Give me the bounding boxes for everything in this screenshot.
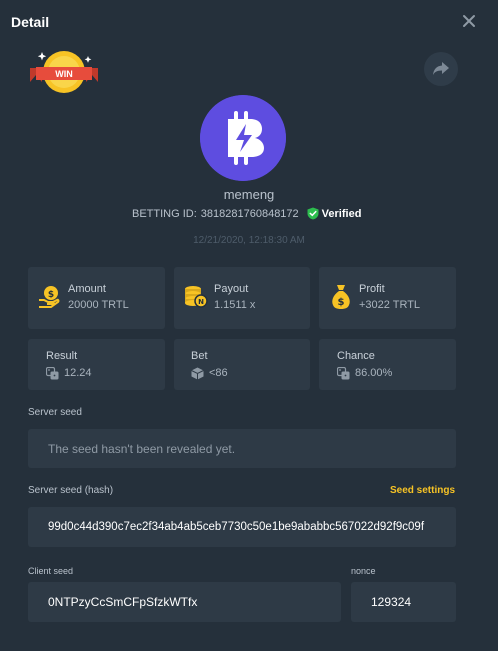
server-seed-hash-label: Server seed (hash): [28, 485, 114, 496]
win-label: WIN: [55, 69, 73, 79]
client-seed-value: 0NTPzyCcSmCFpSfzkWTfx: [48, 595, 198, 609]
verified-label: Verified: [321, 207, 362, 220]
username: memeng: [223, 187, 275, 202]
coin-hand-icon: $: [38, 285, 60, 314]
shield-check-icon: [307, 207, 319, 220]
amount-value: 20000 TRTL: [68, 299, 129, 311]
server-seed-hash-value: 99d0c44d390c7ec2f34ab4ab5ceb7730c50e1be9…: [48, 521, 425, 533]
bitcoin-logo-icon: [200, 95, 286, 181]
result-value: 12.24: [64, 367, 92, 379]
amount-label: Amount: [68, 283, 106, 295]
bet-label: Bet: [191, 350, 208, 362]
bet-value: <86: [209, 367, 228, 379]
seed-settings-link[interactable]: Seed settings: [390, 485, 455, 496]
modal-title: Detail: [11, 14, 50, 30]
profit-value: +3022 TRTL: [359, 299, 421, 311]
client-seed-label: Client seed: [28, 566, 74, 576]
result-label: Result: [46, 350, 78, 362]
betting-id-value: 3818281760848172: [200, 207, 299, 220]
server-seed-field: The seed hasn't been revealed yet.: [28, 429, 456, 468]
share-button[interactable]: [424, 52, 458, 86]
payout-label: Payout: [214, 283, 249, 295]
chance-value: 86.00%: [355, 367, 393, 379]
modal-header: Detail: [0, 0, 498, 44]
server-seed-hash-field[interactable]: 99d0c44d390c7ec2f34ab4ab5ceb7730c50e1be9…: [28, 507, 456, 547]
profit-label: Profit: [359, 283, 385, 295]
chance-card: Chance 86.00%: [319, 339, 456, 390]
money-bag-icon: $: [331, 284, 351, 315]
client-seed-field[interactable]: 0NTPzyCcSmCFpSfzkWTfx: [28, 582, 341, 622]
nonce-label: nonce: [351, 566, 376, 576]
close-icon[interactable]: [460, 12, 478, 30]
result-card: Result 12.24: [28, 339, 165, 390]
svg-text:N: N: [198, 298, 204, 306]
server-seed-value: The seed hasn't been revealed yet.: [48, 441, 236, 456]
verified-badge: Verified: [307, 207, 362, 220]
svg-text:$: $: [48, 290, 54, 300]
coin-stack-icon: N: [184, 285, 208, 314]
share-icon: [433, 62, 449, 75]
svg-text:$: $: [338, 297, 345, 308]
cube-icon: [191, 367, 204, 385]
server-seed-label: Server seed: [28, 407, 82, 418]
bet-timestamp: 12/21/2020, 12:18:30 AM: [193, 235, 305, 246]
betting-id-row: BETTING ID: 3818281760848172 Verified: [132, 207, 361, 220]
avatar: [200, 95, 286, 181]
payout-card: N Payout 1.1511 x: [174, 267, 310, 329]
bet-card: Bet <86: [174, 339, 310, 390]
win-badge: WIN: [28, 50, 100, 94]
dice-icon: [45, 366, 59, 385]
payout-value: 1.1511 x: [214, 299, 256, 311]
profit-card: $ Profit +3022 TRTL: [319, 267, 456, 329]
chance-label: Chance: [337, 350, 375, 362]
nonce-value: 129324: [371, 595, 412, 609]
nonce-field[interactable]: 129324: [351, 582, 456, 622]
amount-card: $ Amount 20000 TRTL: [28, 267, 165, 329]
betting-id-label: BETTING ID:: [132, 207, 197, 220]
dice-icon: [336, 366, 350, 385]
